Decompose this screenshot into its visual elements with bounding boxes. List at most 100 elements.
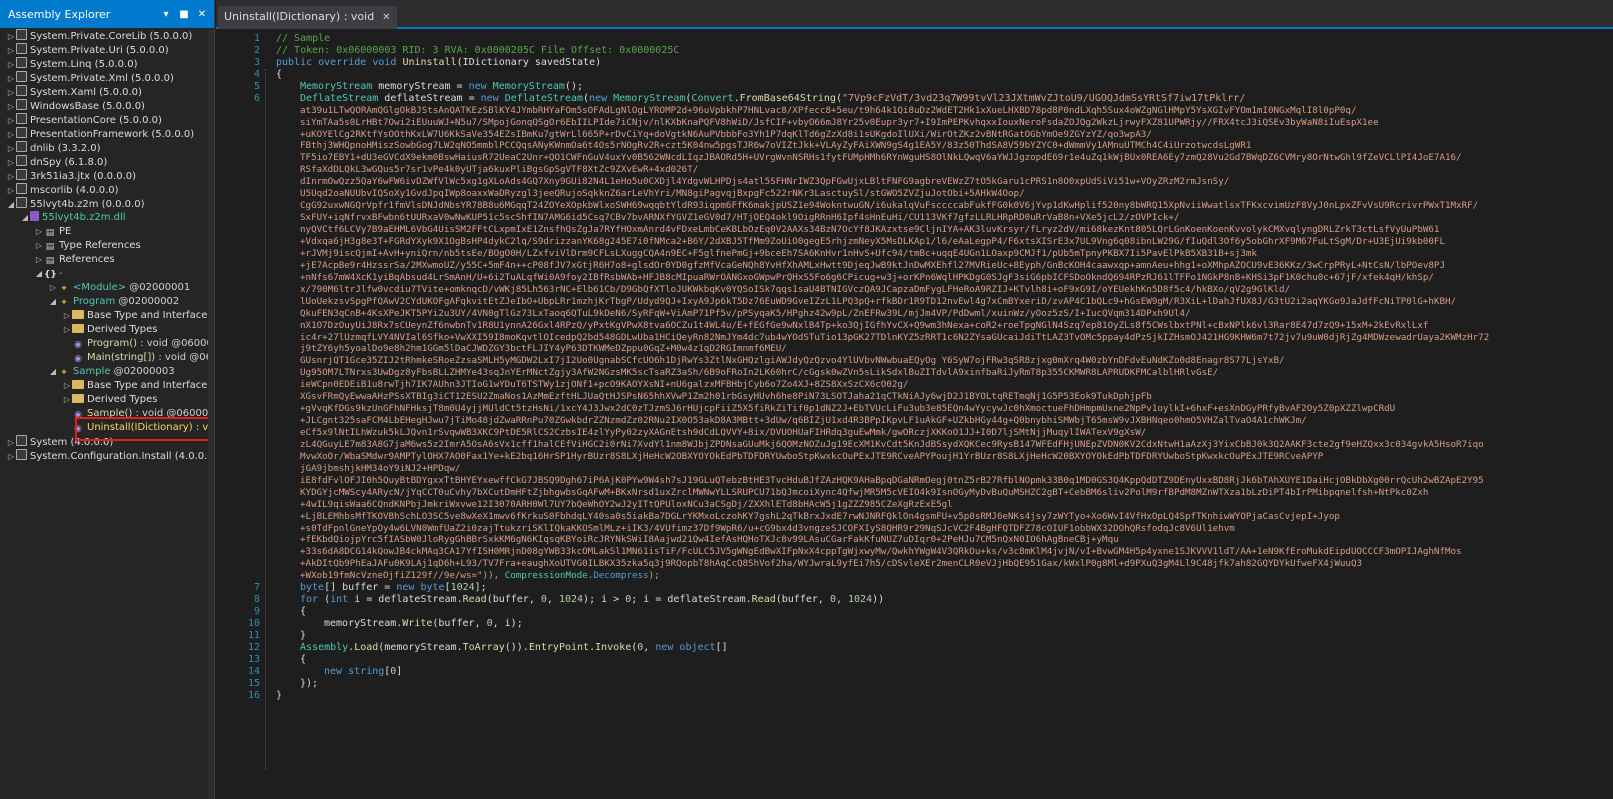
tree-item-label: Program xyxy=(73,296,116,307)
tree-item[interactable]: ▷ System.Private.Xml (5.0.0.0) xyxy=(0,71,214,85)
base64-string-line: MvwXoOr/WbaSMdwr9AMPTylOHX7AO0Fax1Ye+kE2… xyxy=(300,451,1323,462)
expand-arrow-icon[interactable]: ◢ xyxy=(48,365,58,379)
tree-item[interactable]: ▷ dnlib (3.3.2.0) xyxy=(0,141,214,155)
expand-arrow-icon[interactable]: ▷ xyxy=(62,393,72,407)
tree-item[interactable]: ◢ ✦ Sample @02000003 xyxy=(0,365,214,379)
code-token: , xyxy=(493,570,505,582)
base64-string-line: +4wIL9qisWaa6CQndKNPbjJmkriWxvwe12I3070A… xyxy=(300,499,953,510)
assembly-explorer-header: Assembly Explorer ▾ ■ ✕ xyxy=(0,0,214,28)
explorer-scrollbar[interactable] xyxy=(208,30,214,799)
tree-item[interactable]: ▷ ▤ PE xyxy=(0,225,214,239)
tree-item[interactable]: ◢ 55lvyt4b.z2m (0.0.0.0) xyxy=(0,197,214,211)
line-number: 7 xyxy=(253,582,260,594)
tree-item[interactable]: ◢ 55lvyt4b.z2m.dll xyxy=(0,211,214,225)
code-token: siYmTAa5s0LrHBt7Owi2iEUuuWJ+N5u7/SMpojGo… xyxy=(300,116,1379,128)
tree-item-label: 55lvyt4b.z2m.dll xyxy=(42,212,126,223)
expand-arrow-icon[interactable]: ▷ xyxy=(62,379,72,393)
code-token: (buffer, xyxy=(486,594,541,606)
code-token: { xyxy=(276,68,283,80)
close-icon[interactable]: ✕ xyxy=(382,12,390,23)
expand-arrow-icon[interactable]: ◢ xyxy=(48,295,58,309)
tree-item[interactable]: ◉ Main(string[]) : void @06 xyxy=(0,351,214,365)
tree-item[interactable]: ▷ Base Type and Interfaces xyxy=(0,309,214,323)
tree-item[interactable]: ◢{} - xyxy=(0,267,214,281)
base64-string-line: FBthj3WHQpnoHMiszSowbGog7LW2qNO5mmblPCCQ… xyxy=(300,140,1251,151)
tree-item-label: PresentationCore (5.0.0.0) xyxy=(30,115,162,126)
expand-arrow-icon[interactable]: ▷ xyxy=(6,44,16,58)
code-token: byte xyxy=(300,582,325,594)
base64-string-line: +LjBLEMhbsMfTKOVBhSchLO3SC5ve8wXeX1mwv6f… xyxy=(300,511,1340,522)
dll-file-icon xyxy=(30,211,39,221)
expand-arrow-icon[interactable]: ▷ xyxy=(6,114,16,128)
code-token: object xyxy=(679,641,716,653)
expand-arrow-icon[interactable]: ▷ xyxy=(6,86,16,100)
expand-arrow-icon[interactable]: ▷ xyxy=(62,323,72,337)
code-token: ); xyxy=(648,570,660,582)
expand-arrow-icon[interactable]: ◢ xyxy=(34,267,44,281)
code-token: } xyxy=(300,630,307,641)
tree-item[interactable]: ▷ System.Private.CoreLib (5.0.0.0) xyxy=(0,29,214,43)
module-section-icon: ▤ xyxy=(45,256,55,266)
expand-arrow-icon[interactable]: ▷ xyxy=(6,128,16,142)
tree-item[interactable]: ▷ System.Configuration.Install (4.0.0.0) xyxy=(0,449,214,463)
code-token: , xyxy=(546,594,559,606)
expand-arrow-icon[interactable]: ▷ xyxy=(6,58,16,72)
tree-item[interactable]: ▷ mscorlib (4.0.0.0) xyxy=(0,183,214,197)
tree-item-label: System.Private.Uri (5.0.0.0) xyxy=(30,45,169,56)
base64-string-line: +gVvqKfDGs9kzUnGFhNFHksjT8m0U4yjjMUldCt5… xyxy=(300,403,1395,414)
tree-item[interactable]: ▷ PresentationCore (5.0.0.0) xyxy=(0,113,214,127)
expand-arrow-icon[interactable]: ▷ xyxy=(6,184,16,198)
tree-item[interactable]: ▷ PresentationFramework (5.0.0.0) xyxy=(0,127,214,141)
code-token: { xyxy=(300,653,307,665)
pin-icon[interactable]: ■ xyxy=(176,9,192,20)
expand-arrow-icon[interactable]: ▷ xyxy=(6,450,16,464)
expand-arrow-icon[interactable]: ◢ xyxy=(6,198,16,212)
tree-item[interactable]: ▷ Base Type and Interfaces xyxy=(0,379,214,393)
code-editor[interactable]: 1 2 3 4 5 6 7 8 9 10 11 12 13 14 15 16 // Sample// Toke… xyxy=(216,29,1613,799)
expand-arrow-icon[interactable]: ▷ xyxy=(6,142,16,156)
expand-arrow-icon[interactable]: ▷ xyxy=(48,281,58,295)
expand-arrow-icon[interactable]: ▷ xyxy=(62,309,72,323)
tree-item[interactable]: ▷ Derived Types xyxy=(0,393,214,407)
expand-arrow-icon[interactable]: ▷ xyxy=(6,100,16,114)
base64-string-line: j9tZY6yh5yoalDo9e8h2hm1GGm5lDaCJWDZGY3bc… xyxy=(300,343,787,354)
tree-item-label: Sample xyxy=(73,366,111,377)
tree-item[interactable]: ▷ 3rk51ia3.jtx (0.0.0.0) xyxy=(0,169,214,183)
class-icon: ✦ xyxy=(60,298,68,308)
code-token: ic4r+27lUzmqfLVY4NVIal6Sfko+VwXXI59I8moK… xyxy=(300,331,1490,343)
expand-arrow-icon[interactable]: ▷ xyxy=(34,239,44,253)
base64-string-line: dInrmOwQzz5QaY6wFW6ivDZWfVlWc5xg1gXLoAds… xyxy=(300,176,1229,187)
expand-arrow-icon[interactable]: ▷ xyxy=(6,156,16,170)
tree-item[interactable]: ▷ System.Linq (5.0.0.0) xyxy=(0,57,214,71)
expand-arrow-icon[interactable]: ▷ xyxy=(34,225,44,239)
tree-item[interactable]: ▷ ▤ References xyxy=(0,253,214,267)
tab-uninstall[interactable]: Uninstall(IDictionary) : void ✕ xyxy=(218,6,397,29)
base64-string-line: +rJVMj9iscQjmI+AvH+yniQrn/nb5tsEe/BOgO0H… xyxy=(300,248,1257,259)
expand-arrow-icon[interactable]: ▷ xyxy=(34,253,44,267)
chevron-down-icon[interactable]: ▾ xyxy=(158,9,174,20)
tree-item[interactable]: ▷ ✦ <Module> @02000001 xyxy=(0,281,214,295)
expand-arrow-icon[interactable]: ▷ xyxy=(6,30,16,44)
tree-item[interactable]: ▷ dnSpy (6.1.8.0) xyxy=(0,155,214,169)
code-token: CompressionMode xyxy=(504,570,588,582)
assembly-icon xyxy=(16,85,27,96)
tree-item[interactable]: ▷ System.Private.Uri (5.0.0.0) xyxy=(0,43,214,57)
code-token: MemoryStream xyxy=(492,80,565,92)
close-icon[interactable]: ✕ xyxy=(194,9,210,20)
code-token: ieWCpn0EDEiB1u8rwTjh7IK7AUhn3JTIoG1wYDuT… xyxy=(300,379,909,391)
tree-item[interactable]: ◉ Program() : void @060000 xyxy=(0,337,214,351)
tree-item[interactable]: ▷ WindowsBase (5.0.0.0) xyxy=(0,99,214,113)
tree-item[interactable]: ▷ ▤ Type References xyxy=(0,239,214,253)
expand-arrow-icon[interactable]: ▷ xyxy=(6,436,16,450)
code-token: RSfaXdDLQkL3wGQus5r7sr1vPe4k0yUTja6kuxPl… xyxy=(300,164,699,176)
tree-item[interactable]: ◢ ✦ Program @02000002 xyxy=(0,295,214,309)
expand-arrow-icon[interactable]: ◢ xyxy=(20,211,30,225)
selection-highlight-box xyxy=(75,417,214,441)
code-token: new xyxy=(589,92,614,104)
expand-arrow-icon[interactable]: ▷ xyxy=(6,170,16,184)
tree-item[interactable]: ▷ Derived Types xyxy=(0,323,214,337)
tree-item[interactable]: ▷ System.Xaml (5.0.0.0) xyxy=(0,85,214,99)
code-token: for xyxy=(300,594,325,606)
expand-arrow-icon[interactable]: ▷ xyxy=(6,72,16,86)
line-number-gutter: 1 2 3 4 5 6 7 8 9 10 11 12 13 14 15 16 xyxy=(216,29,264,799)
